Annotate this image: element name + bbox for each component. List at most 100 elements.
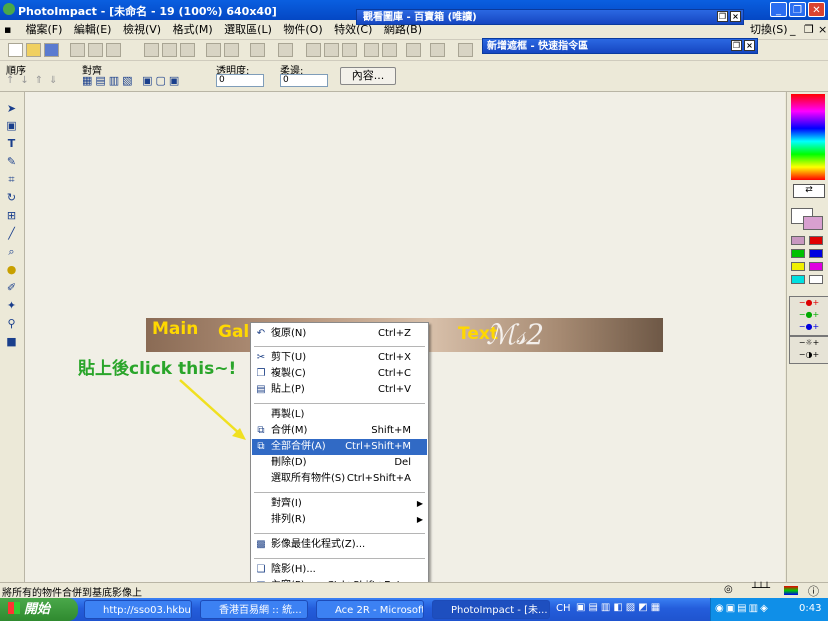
align-buttons[interactable]: ▦▤▥▧ ▣▢▣ [82, 74, 182, 87]
new-icon[interactable] [8, 43, 23, 57]
scan-icon[interactable] [106, 43, 121, 57]
swatch-cyan[interactable] [791, 275, 805, 284]
taskbar-item-browser-1[interactable]: http://sso03.hkbu.n... [84, 600, 192, 619]
menu-item-cut[interactable]: ✂ 剪下(U) Ctrl+X [252, 350, 427, 366]
menu-item-label: 合併(M) [271, 425, 308, 436]
frame-tool-icon[interactable]: ⊞ [4, 209, 19, 222]
menu-file[interactable]: 檔案(F) [22, 20, 67, 39]
pick-tool-icon[interactable]: ➤ [4, 102, 19, 115]
minimize-button[interactable]: _ [770, 2, 787, 17]
ime-icons[interactable]: ▣▤▥◧▨◩▦ [576, 602, 663, 613]
menu-separator [254, 533, 425, 534]
paint-tool-icon[interactable]: ✎ [4, 155, 19, 168]
gallery-panel-titlebar[interactable]: 觀看圖庫 - 百寶箱 (唯讀) ❐ × [356, 9, 744, 25]
close-button[interactable]: ✕ [808, 2, 825, 17]
tool-a-icon[interactable] [250, 43, 265, 57]
menu-item-duplicate[interactable]: 再製(L) [252, 407, 427, 423]
menu-item-image-optimizer[interactable]: ▩ 影像最佳化程式(Z)... [252, 537, 427, 553]
tool-h-icon[interactable] [406, 43, 421, 57]
panel-close-icon[interactable]: × [730, 11, 741, 22]
print-preview-icon[interactable] [88, 43, 103, 57]
swatch-pink[interactable] [791, 236, 805, 245]
menu-format[interactable]: 格式(M) [169, 20, 217, 39]
color-spectrum[interactable] [791, 94, 825, 180]
brush-tool-icon[interactable]: ✐ [4, 281, 19, 294]
transparency-input[interactable]: 0 [216, 74, 264, 87]
shape-tool-icon[interactable]: ■ [4, 335, 19, 348]
doc-close-icon[interactable]: × [814, 20, 828, 39]
menu-switch[interactable]: 切換(S) [746, 20, 792, 39]
selection-tool-icon[interactable]: ▣ [4, 119, 19, 132]
taskbar-item-photoimpact[interactable]: PhotoImpact - [未... [432, 600, 550, 619]
menu-item-paste[interactable]: ▤ 貼上(P) Ctrl+V [252, 382, 427, 398]
zoom-icon[interactable]: ⌕ [4, 245, 19, 258]
open-icon[interactable] [26, 43, 41, 57]
menu-item-arrange[interactable]: 排列(R) ▶ [252, 512, 427, 528]
redo-icon[interactable] [224, 43, 239, 57]
status-info-icon[interactable]: ⓘ [808, 583, 819, 599]
swatch-green[interactable] [791, 249, 805, 258]
menu-edit[interactable]: 編輯(E) [70, 20, 116, 39]
properties-button[interactable]: 內容... [340, 67, 396, 85]
menu-item-merge-all[interactable]: ⧉ 全部合併(A) Ctrl+Shift+M [252, 439, 427, 455]
restore-button[interactable]: ❐ [789, 2, 806, 17]
transform-tool-icon[interactable]: ↻ [4, 191, 19, 204]
panel2-restore-icon[interactable]: ❐ [731, 40, 742, 51]
menu-item-copy[interactable]: ❐ 複製(C) Ctrl+C [252, 366, 427, 382]
swatch-yellow[interactable] [791, 262, 805, 271]
status-ruler-icon[interactable]: ┴┴┴ [752, 583, 770, 594]
start-button[interactable]: 開始 [0, 598, 78, 621]
tool-i-icon[interactable] [430, 43, 445, 57]
menu-item-select-all-objects[interactable]: 選取所有物件(S) Ctrl+Shift+A [252, 471, 427, 487]
menu-item-shadow[interactable]: ❑ 陰影(H)... [252, 562, 427, 578]
taskbar-item-word[interactable]: Ace 2R - Microsoft ... [316, 600, 424, 619]
background-color-swatch[interactable] [803, 216, 823, 230]
paste-icon[interactable] [180, 43, 195, 57]
taskbar-item-browser-2[interactable]: 香港百易網 :: 統... [200, 600, 308, 619]
clone-tool-icon[interactable]: ⚲ [4, 317, 19, 330]
language-indicator[interactable]: CH [556, 603, 571, 614]
crop-tool-icon[interactable]: ⌗ [4, 173, 19, 186]
panel-restore-icon[interactable]: ❐ [717, 11, 728, 22]
copy-icon[interactable] [162, 43, 177, 57]
tray-icons[interactable]: ◉▣▤▥◈ [715, 603, 770, 614]
swap-colors-icon[interactable]: ⇄ [793, 184, 825, 198]
status-view-icon[interactable]: ◎ [724, 584, 733, 595]
optimizer-icon: ▩ [256, 539, 266, 550]
menu-item-undo[interactable]: ↶ 復原(N) Ctrl+Z [252, 326, 427, 342]
cut-icon[interactable] [144, 43, 159, 57]
swatch-blue[interactable] [809, 249, 823, 258]
menu-object[interactable]: 物件(O) [279, 20, 326, 39]
soft-edge-input[interactable]: 0 [280, 74, 328, 87]
quick-command-panel-titlebar[interactable]: 新增遮框 - 快速指令區 ❐ × [482, 38, 758, 54]
tool-e-icon[interactable] [342, 43, 357, 57]
tool-c-icon[interactable] [306, 43, 321, 57]
print-icon[interactable] [70, 43, 85, 57]
menu-item-delete[interactable]: 刪除(D) Del [252, 455, 427, 471]
doc-minimize-icon[interactable]: _ [786, 20, 800, 39]
eyedropper-icon[interactable]: ╱ [4, 227, 19, 240]
save-icon[interactable] [44, 43, 59, 57]
swatch-white[interactable] [809, 275, 823, 284]
swatch-magenta[interactable] [809, 262, 823, 271]
tool-d-icon[interactable] [324, 43, 339, 57]
order-buttons[interactable]: ↑↓⇑⇓ [6, 75, 64, 86]
rgb-adjust-panel[interactable]: −●+ −●+ −●+ [789, 296, 828, 336]
menu-item-align[interactable]: 對齊(I) ▶ [252, 496, 427, 512]
menu-view[interactable]: 檢視(V) [119, 20, 165, 39]
tool-j-icon[interactable] [458, 43, 473, 57]
tool-b-icon[interactable] [278, 43, 293, 57]
panel2-close-icon[interactable]: × [744, 40, 755, 51]
status-color-icon[interactable] [784, 586, 798, 595]
text-tool-icon[interactable]: T [4, 137, 19, 150]
retouch-tool-icon[interactable]: ✦ [4, 299, 19, 312]
tool-g-icon[interactable] [382, 43, 397, 57]
brightness-panel[interactable]: −☼+ −◑+ [789, 336, 828, 364]
fill-tool-icon[interactable]: ● [4, 263, 19, 276]
green-adjust-icon: −●+ [798, 310, 820, 319]
swatch-red[interactable] [809, 236, 823, 245]
menu-selection[interactable]: 選取區(L) [220, 20, 276, 39]
menu-item-merge[interactable]: ⧉ 合併(M) Shift+M [252, 423, 427, 439]
tool-f-icon[interactable] [364, 43, 379, 57]
undo-icon[interactable] [206, 43, 221, 57]
